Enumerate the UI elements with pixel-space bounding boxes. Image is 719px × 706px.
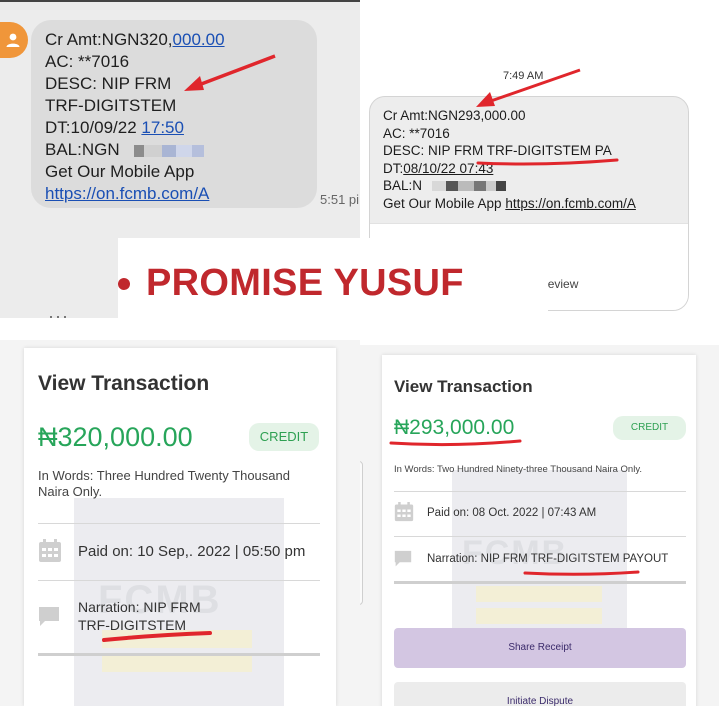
sms-amount-link[interactable]: 000.00 [173,30,225,49]
divider [38,580,320,581]
red-arrow-annotation [184,54,276,91]
page-title: View Transaction [38,372,210,395]
name-banner: PROMISE YUSUF [118,238,548,326]
watermark-bar [476,586,602,602]
sms-date: DT:10/09/22 [45,118,142,137]
bullet-dot [118,278,130,290]
narration-line-1: Narration: NIP FRM [78,599,201,615]
sms-bubble[interactable]: Cr Amt:NGN320,000.00 AC: **7016 DESC: NI… [31,20,317,208]
balance-blur [428,178,506,193]
side-frame [360,461,363,605]
sms-timestamp: 5:51 pi [320,192,360,207]
narration: Narration: NIP FRM TRF-DIGITSTEM PAYOUT [427,553,669,565]
divider [38,523,320,524]
sms-amount: Cr Amt:NGN320, [45,30,173,49]
recent-apps-icon[interactable] [50,316,66,318]
transaction-card: FCMB View Transaction ₦320,000.00 CREDIT… [24,348,336,706]
red-arrow-annotation [476,68,581,107]
divider [38,653,320,656]
sms-app-promo: Get Our Mobile App [383,195,506,211]
sms-app-link[interactable]: https://on.fcmb.com/A [45,183,317,205]
contact-avatar[interactable] [0,22,28,58]
sms-date: DT: [383,160,404,176]
credit-badge: CREDIT [249,423,319,451]
divider [394,491,686,492]
transaction-card: FCMB View Transaction ₦293,000.00 CREDIT… [382,355,696,706]
sms-desc-cont: TRF-DIGITSTEM [45,96,177,115]
calendar-icon [394,502,414,522]
balance-blur [130,140,205,159]
comment-icon [394,550,412,567]
person-icon [6,33,20,47]
red-underline-annotation [102,631,212,642]
sms-balance: BAL:N [383,178,423,193]
watermark-bar [476,608,602,624]
page-title: View Transaction [394,377,533,396]
sms-balance: BAL:NGN [45,140,120,159]
divider [0,0,360,2]
sms-time-link[interactable]: 17:50 [141,118,184,137]
divider [394,536,686,537]
calendar-icon [39,539,61,562]
credit-badge: CREDIT [613,416,686,440]
amount-in-words: In Words: Three Hundred Twenty Thousand … [38,468,290,499]
paid-on: Paid on: 08 Oct. 2022 | 07:43 AM [427,507,597,519]
transaction-screenshot-right: FCMB View Transaction ₦293,000.00 CREDIT… [360,345,719,706]
transaction-amount: ₦320,000.00 [38,422,193,452]
share-receipt-button[interactable]: Share Receipt [394,628,686,668]
watermark-bar [102,654,252,672]
red-underline-annotation [476,158,619,166]
transaction-screenshot-left: FCMB View Transaction ₦320,000.00 CREDIT… [0,340,360,706]
red-underline-annotation [523,570,640,576]
sms-app-link[interactable]: https://on.fcmb.com/A [505,196,636,211]
recipient-name: PROMISE YUSUF [146,262,464,304]
comment-icon [39,607,59,626]
initiate-dispute-button[interactable]: Initiate Dispute [394,682,686,706]
sms-account: AC: **7016 [383,125,450,141]
paid-on: Paid on: 10 Sep,. 2022 | 05:50 pm [78,543,306,560]
amount-in-words: In Words: Two Hundred Ninety-three Thous… [394,464,643,475]
divider [394,581,686,584]
red-underline-annotation [389,439,522,447]
sms-app-promo: Get Our Mobile App [45,162,195,181]
